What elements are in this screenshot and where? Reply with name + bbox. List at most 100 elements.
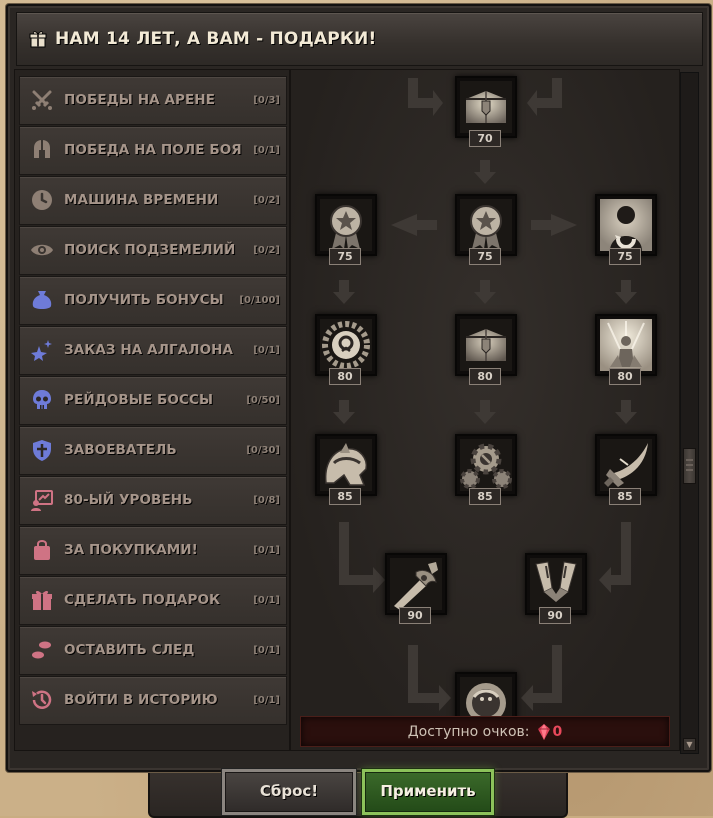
gift-icon (29, 31, 47, 48)
curved-blade-icon (600, 439, 652, 491)
reward-tree: 70 75 75 75 80 80 80 85 85 85 90 90 (290, 69, 680, 751)
shopping-bag-icon (34, 540, 50, 560)
category-label: РЕЙДОВЫЕ БОССЫ (64, 392, 214, 408)
gears-icon (460, 439, 512, 491)
category-count: [0/30] (246, 445, 280, 456)
gift-icon (32, 590, 52, 610)
tree-connectors (333, 78, 637, 711)
category-label: ПОБЕДЫ НА АРЕНЕ (64, 92, 216, 108)
category-count: [0/1] (253, 645, 280, 656)
tree-scrollbar[interactable]: ▼ (680, 72, 699, 754)
plate-helm-icon (320, 439, 372, 491)
category-count: [0/50] (246, 395, 280, 406)
reward-node-sun-ring[interactable]: 80 (315, 314, 377, 385)
node-cost: 80 (469, 368, 501, 385)
available-points-bar: Доступно очков: 0 (300, 716, 670, 747)
skull-icon (33, 390, 51, 409)
category-label: ПОБЕДА НА ПОЛЕ БОЯ (64, 142, 242, 158)
stars-icon (31, 340, 52, 361)
reward-node-blade[interactable]: 85 (595, 434, 657, 505)
reward-node-radiant-figure[interactable]: 80 (595, 314, 657, 385)
reward-node-medal-center[interactable]: 75 (455, 194, 517, 265)
category-count: [0/1] (253, 145, 280, 156)
arrow-right (531, 214, 577, 236)
category-count: [0/2] (253, 195, 280, 206)
category-make-gift[interactable]: СДЕЛАТЬ ПОДАРОК [0/1] (19, 576, 287, 625)
sun-ring-icon (320, 319, 372, 371)
category-count: [0/3] (253, 95, 280, 106)
arrow-down (333, 400, 355, 424)
ornate-sword-icon (390, 558, 442, 610)
node-cost: 85 (329, 488, 361, 505)
scroll-down-arrow-icon[interactable]: ▼ (683, 738, 696, 751)
category-leave-trace[interactable]: ОСТАВИТЬ СЛЕД [0/1] (19, 626, 287, 675)
category-battleground[interactable]: ПОБЕДА НА ПОЛЕ БОЯ [0/1] (19, 126, 287, 175)
crossed-swords-icon (32, 90, 52, 110)
history-icon (32, 690, 52, 709)
reset-button[interactable]: Сброс! (222, 769, 356, 815)
arrow-elbow (339, 522, 385, 593)
category-count: [0/1] (253, 695, 280, 706)
category-raid-bosses[interactable]: РЕЙДОВЫЕ БОССЫ [0/50] (19, 376, 287, 425)
arrow-down (333, 280, 355, 304)
category-label: ПОЛУЧИТЬ БОНУСЫ (64, 292, 224, 308)
reward-node-sword[interactable]: 90 (385, 553, 447, 624)
node-cost: 85 (609, 488, 641, 505)
category-count: [0/2] (253, 245, 280, 256)
node-cost: 80 (329, 368, 361, 385)
star-medal-icon (320, 199, 372, 251)
category-conqueror[interactable]: ЗАВОЕВАТЕЛЬ [0/30] (19, 426, 287, 475)
scroll-thumb[interactable] (683, 448, 696, 484)
category-shopping[interactable]: ЗА ПОКУПКАМИ! [0/1] (19, 526, 287, 575)
node-cost: 90 (399, 607, 431, 624)
arrow-corner-left (408, 78, 443, 116)
category-count: [0/8] (253, 495, 280, 506)
arrow-down (474, 280, 496, 304)
category-history[interactable]: ВОЙТИ В ИСТОРИЮ [0/1] (19, 676, 287, 725)
scroll-grip (686, 469, 693, 471)
gauntlets-icon (530, 558, 582, 610)
title-bar: НАМ 14 ЛЕТ, А ВАМ - ПОДАРКИ! (16, 12, 703, 66)
category-dungeon-finder[interactable]: ПОИСК ПОДЗЕМЕЛИЙ [0/2] (19, 226, 287, 275)
category-time-machine[interactable]: МАШИНА ВРЕМЕНИ [0/2] (19, 176, 287, 225)
apply-button[interactable]: Применить (362, 769, 494, 815)
category-arena[interactable]: ПОБЕДЫ НА АРЕНЕ [0/3] (19, 76, 287, 125)
node-cost: 85 (469, 488, 501, 505)
category-label: ЗА ПОКУПКАМИ! (64, 542, 198, 558)
category-count: [0/1] (253, 345, 280, 356)
category-list: ПОБЕДЫ НА АРЕНЕ [0/3] ПОБЕДА НА ПОЛЕ БОЯ… (14, 69, 290, 751)
arrow-down (474, 160, 496, 184)
reward-node-chest[interactable]: 70 (455, 76, 517, 147)
star-medal-icon (460, 199, 512, 251)
reward-node-medal-left[interactable]: 75 (315, 194, 377, 265)
category-bonuses[interactable]: ПОЛУЧИТЬ БОНУСЫ [0/100] (19, 276, 287, 325)
reward-node-gauntlets[interactable]: 90 (525, 553, 587, 624)
character-silhouette-icon (600, 199, 652, 251)
shield-icon (33, 440, 51, 461)
category-label: ЗАВОЕВАТЕЛЬ (64, 442, 177, 458)
node-cost: 80 (609, 368, 641, 385)
arrow-down (615, 280, 637, 304)
reward-node-silhouette[interactable]: 75 (595, 194, 657, 265)
arrow-down (474, 400, 496, 424)
radiant-figure-icon (600, 319, 652, 371)
category-algalon[interactable]: ЗАКАЗ НА АЛГАЛОНА [0/1] (19, 326, 287, 375)
category-level-80[interactable]: 80-ЫЙ УРОВЕНЬ [0/8] (19, 476, 287, 525)
reward-node-helm[interactable]: 85 (315, 434, 377, 505)
category-label: 80-ЫЙ УРОВЕНЬ (64, 492, 193, 508)
arrow-left (391, 214, 437, 236)
helmet-icon (34, 140, 50, 158)
window-title: НАМ 14 ЛЕТ, А ВАМ - ПОДАРКИ! (55, 29, 377, 49)
ruby-gem-icon (537, 723, 550, 740)
eye-icon (31, 244, 53, 256)
reward-node-gears[interactable]: 85 (455, 434, 517, 505)
reward-node-chest-mid[interactable]: 80 (455, 314, 517, 385)
scroll-grip (686, 459, 693, 461)
footprints-icon (32, 641, 51, 659)
arrow-elbow (408, 645, 451, 711)
category-count: [0/1] (253, 595, 280, 606)
treasure-chest-icon (460, 81, 512, 133)
category-label: ОСТАВИТЬ СЛЕД (64, 642, 195, 658)
category-count: [0/1] (253, 545, 280, 556)
arrow-down (615, 400, 637, 424)
